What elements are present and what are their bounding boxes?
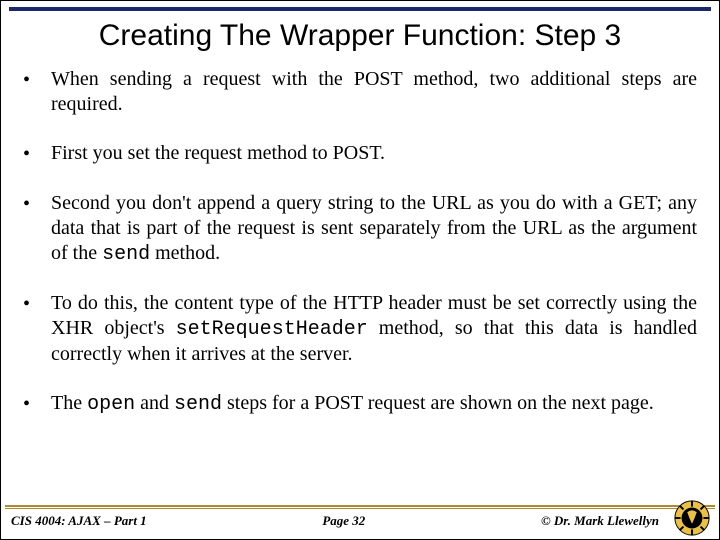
bullet-text: When sending a request with the POST met… xyxy=(51,67,697,117)
footer-course: CIS 4004: AJAX – Part 1 xyxy=(11,513,147,529)
slide: Creating The Wrapper Function: Step 3 • … xyxy=(0,0,720,540)
footer-page: Page 32 xyxy=(322,513,365,529)
code-span: setRequestHeader xyxy=(176,318,368,341)
footer-rule xyxy=(5,508,715,509)
slide-content: • When sending a request with the POST m… xyxy=(23,67,697,441)
bullet-item: • When sending a request with the POST m… xyxy=(23,67,697,117)
bullet-text: First you set the request method to POST… xyxy=(51,141,697,167)
text-span: The xyxy=(51,392,87,414)
top-rule xyxy=(9,7,711,11)
text-span: method. xyxy=(150,242,220,264)
slide-footer: CIS 4004: AJAX – Part 1 Page 32 © Dr. Ma… xyxy=(1,505,719,539)
text-span: and xyxy=(135,392,174,414)
bullet-marker: • xyxy=(23,291,51,367)
footer-rule xyxy=(5,505,715,507)
bullet-marker: • xyxy=(23,391,51,417)
bullet-item: • First you set the request method to PO… xyxy=(23,141,697,167)
footer-copyright: © Dr. Mark Llewellyn xyxy=(541,513,659,529)
bullet-item: • Second you don't append a query string… xyxy=(23,191,697,267)
bullet-text: The open and send steps for a POST reque… xyxy=(51,391,697,417)
code-span: open xyxy=(87,393,135,416)
bullet-item: • To do this, the content type of the HT… xyxy=(23,291,697,367)
ucf-logo-icon xyxy=(673,499,711,537)
bullet-text: Second you don't append a query string t… xyxy=(51,191,697,267)
bullet-text: To do this, the content type of the HTTP… xyxy=(51,291,697,367)
text-span: steps for a POST request are shown on th… xyxy=(222,392,654,414)
bullet-marker: • xyxy=(23,191,51,267)
code-span: send xyxy=(174,393,222,416)
slide-title: Creating The Wrapper Function: Step 3 xyxy=(1,19,719,53)
bullet-marker: • xyxy=(23,67,51,117)
bullet-item: • The open and send steps for a POST req… xyxy=(23,391,697,417)
footer-row: CIS 4004: AJAX – Part 1 Page 32 © Dr. Ma… xyxy=(11,513,659,529)
bullet-marker: • xyxy=(23,141,51,167)
code-span: send xyxy=(102,243,150,266)
